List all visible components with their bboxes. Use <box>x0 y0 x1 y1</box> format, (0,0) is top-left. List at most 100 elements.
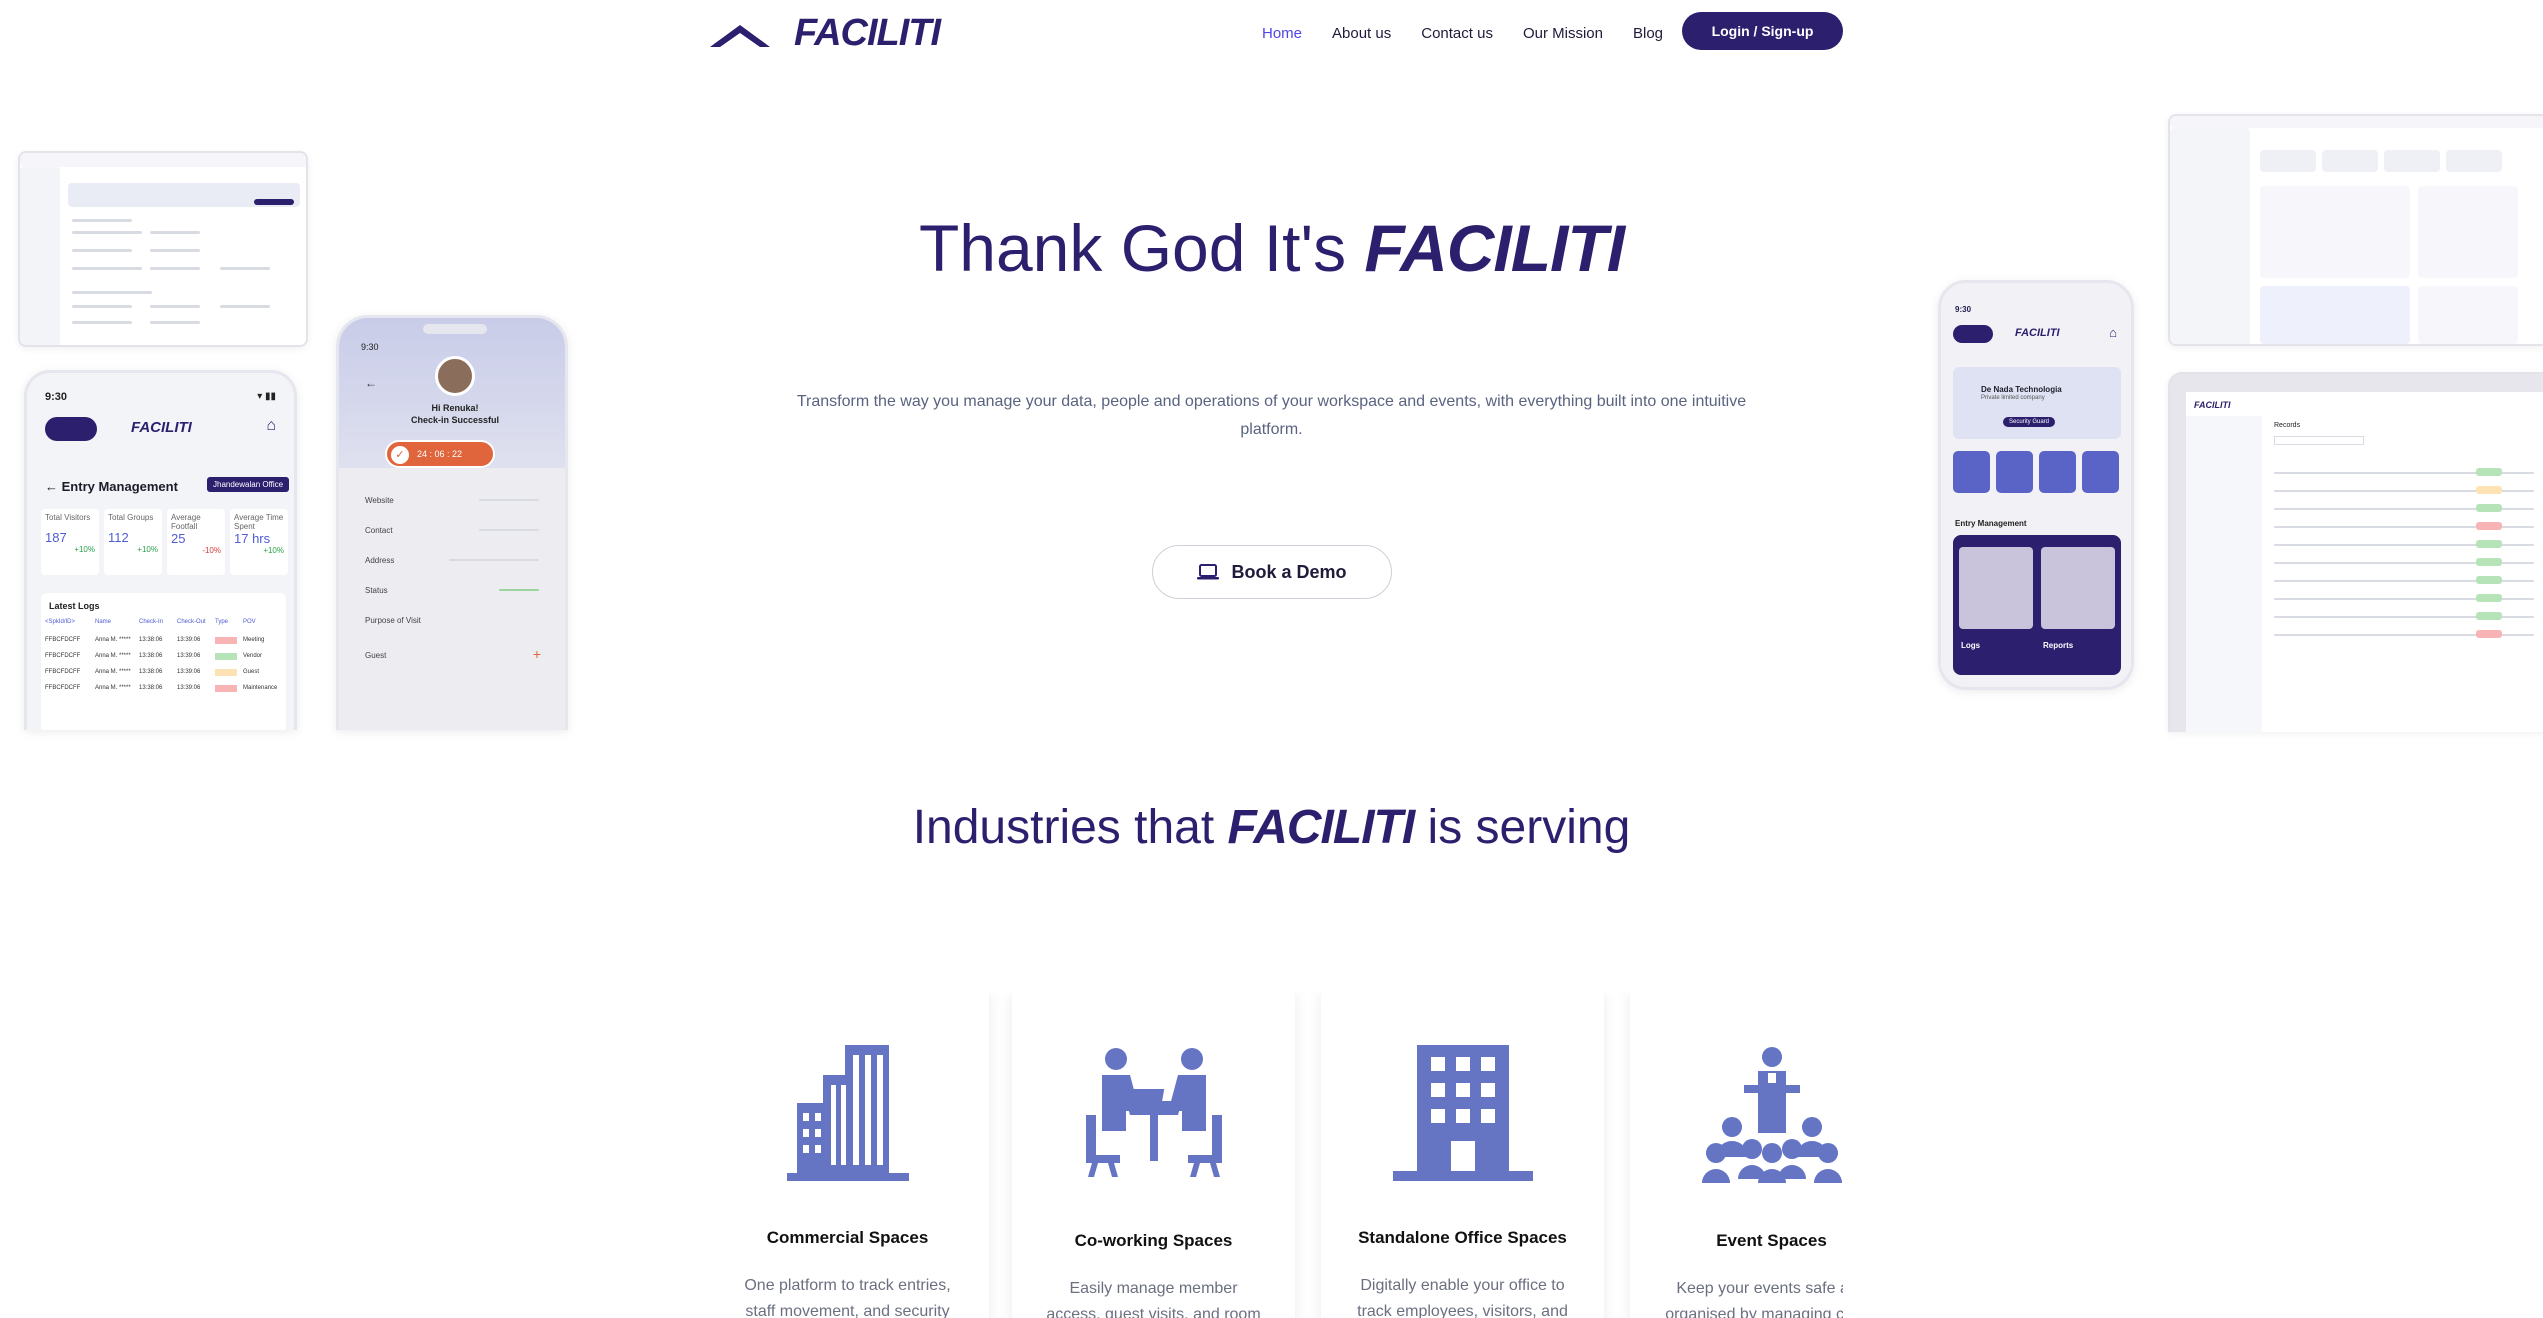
records-desktop-mockup: FACILITI Records <box>2168 372 2543 732</box>
card-title: Co-working Spaces <box>1074 1231 1233 1250</box>
logs-header: <SpkId/ID> Name Check-In Check-Out Type POV <box>45 619 256 625</box>
field-status: Status <box>365 586 388 595</box>
phone-time: 9:30 <box>1955 305 1972 314</box>
brand-logo[interactable]: FACILITI <box>708 12 941 55</box>
latest-logs-panel: Latest Logs <SpkId/ID> Name Check-In Check-… <box>41 593 286 730</box>
book-demo-button[interactable]: Book a Demo <box>1152 545 1392 599</box>
left-desktop-mockup <box>18 151 308 347</box>
phone-brand: FACILITI <box>2015 327 2060 339</box>
entry-title-text: Entry Management <box>61 479 178 494</box>
nav-mission[interactable]: Our Mission <box>1523 25 1603 42</box>
menu-toggle-icon[interactable] <box>1953 325 1993 343</box>
phone-notch <box>423 324 487 334</box>
field-address: Address <box>365 556 395 565</box>
brand-name: FACILITI <box>794 12 941 54</box>
section-title: Entry Management <box>1955 519 2027 528</box>
menu-toggle-icon[interactable] <box>45 417 97 441</box>
industries-cards: Commercial Spaces One platform to track … <box>706 993 1843 1318</box>
hero-title-prefix: Thank God It's <box>918 211 1365 285</box>
checkin-timer: ✓ 24 : 06 : 22 <box>385 440 495 468</box>
stat-card: Average Footfall 25 -10% <box>167 509 225 575</box>
card-description: Digitally enable your office to track em… <box>1357 1277 1568 1318</box>
quick-tile[interactable] <box>2082 451 2119 493</box>
entry-management-phone-mockup: 9:30 ▾ ▮▮ FACILITI ⌂ ← Entry Management … <box>24 370 297 730</box>
stat-card: Total Groups 112 +10% <box>104 509 162 575</box>
dashboard-desktop-mockup <box>2168 114 2543 346</box>
office-selector[interactable]: Jhandewalan Office <box>207 477 290 492</box>
home-icon[interactable]: ⌂ <box>266 417 276 435</box>
office-tower-icon <box>1392 1045 1533 1181</box>
records-search-input[interactable] <box>2274 436 2364 445</box>
quick-tile[interactable] <box>1996 451 2033 493</box>
checkin-greeting: Hi Renuka! <box>431 403 479 413</box>
nav-contact[interactable]: Contact us <box>1421 25 1493 42</box>
field-guest[interactable]: Guest <box>365 651 386 660</box>
industries-title-suffix: is serving <box>1414 801 1631 854</box>
reports-label: Reports <box>2043 641 2074 650</box>
industries-title: Industries that FACILITI is serving <box>0 800 2543 855</box>
industries-title-prefix: Industries that <box>912 801 1228 854</box>
industry-card-events[interactable]: Event Spaces Keep your events safe and o… <box>1630 993 1843 1318</box>
home-icon[interactable]: ⌂ <box>2109 325 2117 340</box>
card-description: Easily manage member access, guest visit… <box>1046 1280 1261 1318</box>
table-row: FFBCFDCFF Anna M. ***** 13:38:06 13:39:06 Ma… <box>45 685 278 692</box>
quick-tile[interactable] <box>1953 451 1990 493</box>
stats-row: Total Visitors 187 +10% Total Groups 112 +10… <box>41 509 288 575</box>
reports-tile-image[interactable] <box>2041 547 2115 629</box>
coworking-meeting-icon <box>1085 1048 1222 1177</box>
industry-card-coworking[interactable]: Co-working Spaces Easily manage member a… <box>1012 993 1295 1318</box>
field-website: Website <box>365 496 394 505</box>
card-title: Event Spaces <box>1716 1231 1827 1250</box>
nav-blog[interactable]: Blog <box>1633 25 1663 42</box>
field-contact: Contact <box>365 526 393 535</box>
role-badge: Security Guard <box>2003 417 2056 427</box>
records-screen: FACILITI Records <box>2186 392 2543 732</box>
book-demo-label: Book a Demo <box>1231 561 1347 582</box>
entry-management-card: Logs Reports <box>1953 535 2121 675</box>
hero-title-brand: FACILITI <box>1364 211 1625 285</box>
hero-subtitle: Transform the way you manage your data, … <box>796 393 1747 438</box>
industries-title-brand: FACILITI <box>1227 801 1416 854</box>
add-guest-icon[interactable]: + <box>533 646 541 662</box>
latest-logs-title: Latest Logs <box>49 601 100 611</box>
phone-status-icons: ▾ ▮▮ <box>257 391 276 402</box>
table-row: FFBCFDCFF Anna M. ***** 13:38:06 13:39:06 Gu… <box>45 669 260 676</box>
records-sidebar <box>2186 416 2262 732</box>
checkin-status: Check-in Successful <box>410 415 500 425</box>
timer-value: 24 : 06 : 22 <box>417 449 463 459</box>
office-buildings-icon <box>786 1045 909 1181</box>
company-card: De Nada Technologia Private limited comp… <box>1953 367 2121 439</box>
faciliti-chevron-icon <box>710 24 770 47</box>
hero-title: Thank God It's FACILITI <box>0 210 2543 286</box>
card-title: Commercial Spaces <box>766 1228 929 1247</box>
check-icon: ✓ <box>391 446 409 464</box>
industry-card-standalone[interactable]: Standalone Office Spaces Digitally enabl… <box>1321 993 1604 1318</box>
phone-brand: FACILITI <box>131 419 192 436</box>
quick-tile[interactable] <box>2039 451 2076 493</box>
card-description: One platform to track entries, staff mov… <box>744 1277 951 1318</box>
logs-label: Logs <box>1961 641 1981 650</box>
event-audience-icon <box>1701 1047 1842 1183</box>
nav-links: Home About us Contact us Our Mission Blo… <box>1262 25 1663 42</box>
nav-about[interactable]: About us <box>1332 25 1391 42</box>
avatar <box>435 356 475 396</box>
entry-management-title: ← Entry Management <box>45 479 178 494</box>
nav-home[interactable]: Home <box>1262 25 1302 42</box>
desk-brand: FACILITI <box>2194 400 2231 410</box>
company-sub: Private limited company <box>1981 395 2045 401</box>
login-signup-button[interactable]: Login / Sign-up <box>1682 12 1843 50</box>
table-row: FFBCFDCFF Anna M. ***** 13:38:06 13:39:06 Me… <box>45 637 265 644</box>
stat-card: Average Time Spent 17 hrs +10% <box>230 509 288 575</box>
stat-card: Total Visitors 187 +10% <box>41 509 99 575</box>
checkin-phone-mockup: 9:30 ← Hi Renuka! Check-in Successful ✓ … <box>336 315 568 730</box>
top-navigation: FACILITI Home About us Contact us Our Mi… <box>0 0 2543 70</box>
faciliti-app-phone-mockup: 9:30 FACILITI ⌂ De Nada Technologia Priv… <box>1938 280 2134 690</box>
field-purpose[interactable]: Purpose of Visit <box>365 616 421 625</box>
quick-tiles <box>1953 451 2119 493</box>
industry-card-commercial[interactable]: Commercial Spaces One platform to track … <box>706 993 989 1318</box>
card-title: Standalone Office Spaces <box>1358 1228 1567 1247</box>
logs-tile-image[interactable] <box>1959 547 2033 629</box>
back-arrow-icon[interactable]: ← <box>365 376 377 390</box>
records-title: Records <box>2274 422 2301 429</box>
card-description: Keep your events safe and organised by m… <box>1665 1280 1843 1318</box>
